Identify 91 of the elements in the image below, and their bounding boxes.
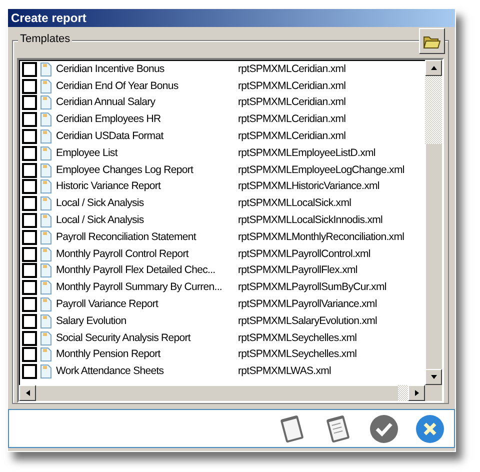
checkbox[interactable] <box>22 162 37 178</box>
template-file: rptSPMXMLLocalSickInnodis.xml <box>238 214 382 228</box>
template-name[interactable]: Monthly Payroll Flex Detailed Chec... <box>56 264 232 278</box>
arrow-icon <box>24 389 32 397</box>
group-label: Templates <box>18 33 72 45</box>
arrow-icon <box>430 64 438 72</box>
template-name[interactable]: Ceridian Annual Salary <box>56 96 232 110</box>
checkbox[interactable] <box>22 263 37 278</box>
document-icon <box>40 263 52 278</box>
template-name[interactable]: Payroll Variance Report <box>56 298 232 312</box>
checkbox[interactable] <box>22 330 37 346</box>
template-name[interactable]: Payroll Reconciliation Statement <box>56 230 232 244</box>
checkbox[interactable] <box>22 179 37 194</box>
template-file: rptSPMXMLCeridian.xml <box>238 113 346 126</box>
cancel-button[interactable] <box>414 412 446 444</box>
template-file: rptSPMXMLCeridian.xml <box>238 80 346 93</box>
document-icon <box>40 364 52 380</box>
template-file: rptSPMXMLCeridian.xml <box>238 96 346 110</box>
window-title: Create report <box>8 9 455 27</box>
template-file: rptSPMXMLLocalSick.xml <box>238 197 352 210</box>
document-icon <box>40 297 52 312</box>
ok-button[interactable] <box>368 412 400 444</box>
template-file: rptSPMXMLSeychelles.xml <box>238 348 357 362</box>
template-file: rptSPMXMLWAS.xml <box>238 365 331 378</box>
checkbox[interactable] <box>22 146 37 161</box>
folder-icon <box>423 34 441 48</box>
template-file: rptSPMXMLSeychelles.xml <box>238 332 357 345</box>
checkbox[interactable] <box>22 246 37 262</box>
document-icon <box>40 246 52 262</box>
document-icon <box>40 162 52 178</box>
checkbox[interactable] <box>22 95 37 110</box>
checkbox[interactable] <box>22 314 37 329</box>
template-file: rptSPMXMLHistoricVariance.xml <box>238 180 380 194</box>
checkbox[interactable] <box>22 347 37 362</box>
vertical-scrollbar[interactable] <box>425 60 442 385</box>
scrollbar-corner <box>425 385 442 401</box>
document-icon <box>40 179 52 194</box>
template-name[interactable]: Salary Evolution <box>56 314 232 328</box>
checkbox[interactable] <box>22 62 37 77</box>
template-file: rptSPMXMLEmployeeListD.xml <box>238 146 376 160</box>
checkbox[interactable] <box>22 230 37 245</box>
document-icon <box>40 62 52 77</box>
document-icon <box>40 129 52 144</box>
checkbox[interactable] <box>22 78 37 94</box>
checkbox[interactable] <box>22 129 37 144</box>
checkbox[interactable] <box>22 213 37 228</box>
document-icon <box>40 146 52 161</box>
checkbox[interactable] <box>22 112 37 128</box>
document-icon <box>40 78 52 94</box>
template-name[interactable]: Ceridian Employees HR <box>56 113 232 126</box>
template-file: rptSPMXMLPayrollControl.xml <box>238 248 370 261</box>
horizontal-scrollbar[interactable] <box>19 385 425 401</box>
template-file: rptSPMXMLEmployeeLogChange.xml <box>238 164 404 177</box>
checkbox[interactable] <box>22 280 37 296</box>
document-icon <box>40 112 52 128</box>
template-file: rptSPMXMLPayrollFlex.xml <box>238 264 358 278</box>
template-file: rptSPMXMLCeridian.xml <box>238 62 346 76</box>
template-name[interactable]: Historic Variance Report <box>56 180 232 194</box>
document-icon <box>40 280 52 296</box>
template-name[interactable]: Ceridian Incentive Bonus <box>56 62 232 76</box>
open-folder-button[interactable] <box>419 28 445 54</box>
template-file: rptSPMXMLMonthlyReconciliation.xml <box>238 230 404 244</box>
close-icon <box>415 414 445 444</box>
checkmark-icon <box>369 414 399 444</box>
document-icon <box>40 230 52 245</box>
template-name[interactable]: Employee List <box>56 146 232 160</box>
checkbox[interactable] <box>22 364 37 380</box>
template-name[interactable]: Ceridian End Of Year Bonus <box>56 80 232 93</box>
template-name[interactable]: Monthly Pension Report <box>56 348 232 362</box>
template-file: rptSPMXMLSalaryEvolution.xml <box>238 314 377 328</box>
document-icon <box>40 213 52 228</box>
template-name[interactable]: Social Security Analysis Report <box>56 332 232 345</box>
document-icon <box>40 314 52 329</box>
template-name[interactable]: Work Attendance Sheets <box>56 365 232 378</box>
document-icon <box>40 330 52 346</box>
template-file: rptSPMXMLPayrollVariance.xml <box>238 298 377 312</box>
checkbox[interactable] <box>22 196 37 212</box>
template-name[interactable]: Employee Changes Log Report <box>56 164 232 177</box>
template-file: rptSPMXMLCeridian.xml <box>238 130 346 144</box>
document-icon <box>40 95 52 110</box>
arrow-icon <box>430 373 438 381</box>
checkbox[interactable] <box>22 297 37 312</box>
document-icon <box>40 347 52 362</box>
template-file: rptSPMXMLPayrollSumByCur.xml <box>238 281 386 294</box>
document-icon <box>40 196 52 212</box>
arrow-icon <box>412 389 420 397</box>
template-name[interactable]: Monthly Payroll Summary By Curren... <box>56 281 232 294</box>
template-name[interactable]: Local / Sick Analysis <box>56 197 232 210</box>
template-name[interactable]: Local / Sick Analysis <box>56 214 232 228</box>
template-name[interactable]: Monthly Payroll Control Report <box>56 248 232 261</box>
template-name[interactable]: Ceridian USData Format <box>56 130 232 144</box>
